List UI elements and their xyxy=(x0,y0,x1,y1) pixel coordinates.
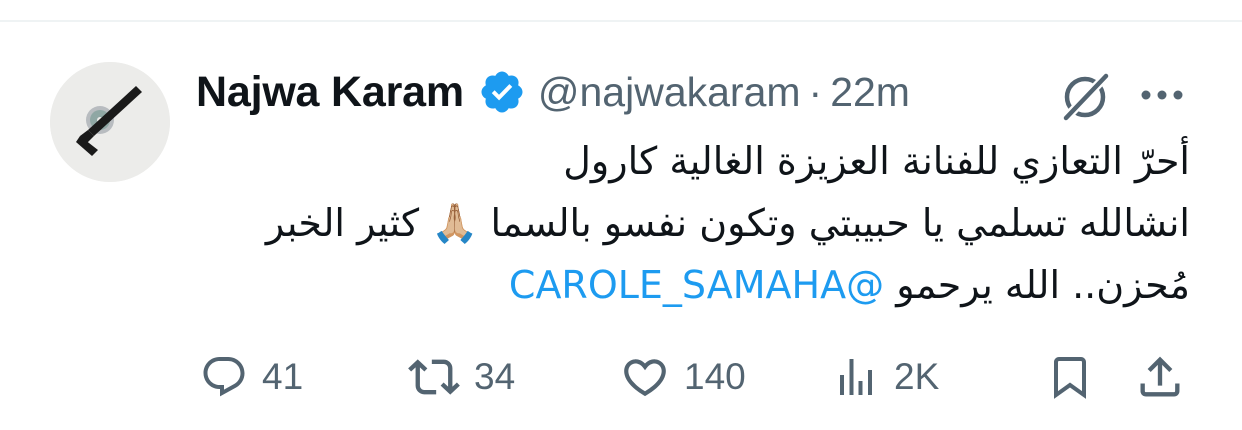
like-icon xyxy=(624,359,666,397)
views-count: 2K xyxy=(894,356,940,397)
tweet-header: Najwa Karam @najwakaram · 22m xyxy=(196,64,910,120)
verified-badge-icon xyxy=(478,68,526,116)
tweet-line-2: انشالله تسلمي يا حبيبتي وتكون نفسو بالسم… xyxy=(265,201,1190,245)
avatar-image xyxy=(50,62,170,182)
bookmark-icon xyxy=(1054,357,1086,399)
repost-icon xyxy=(408,359,460,395)
avatar[interactable] xyxy=(50,62,170,182)
tweet-line-3-text: مُحزن.. الله يرحمو xyxy=(896,263,1190,307)
views-icon xyxy=(840,359,872,395)
tweet-line-3: مُحزن.. الله يرحمو @CAROLE_SAMAHA xyxy=(196,254,1190,316)
reply-icon xyxy=(203,357,245,397)
author-handle[interactable]: @najwakaram xyxy=(538,69,801,116)
repost-button[interactable]: 34 xyxy=(408,345,515,409)
repost-count: 34 xyxy=(474,356,516,397)
like-count: 140 xyxy=(684,356,746,397)
like-button[interactable]: 140 xyxy=(620,345,746,409)
action-bar: 41 34 140 2K xyxy=(196,345,1194,409)
bookmark-button[interactable] xyxy=(1046,345,1094,409)
views-button[interactable]: 2K xyxy=(832,345,939,409)
more-icon[interactable] xyxy=(1138,80,1186,110)
share-button[interactable] xyxy=(1134,345,1186,409)
share-icon xyxy=(1140,356,1180,397)
reply-button[interactable]: 41 xyxy=(200,345,303,409)
reply-count: 41 xyxy=(262,356,304,397)
mention-link[interactable]: @CAROLE_SAMAHA xyxy=(509,263,884,307)
author-name[interactable]: Najwa Karam xyxy=(196,68,464,117)
tweet-text: أحرّ التعازي للفنانة العزيزة الغالية كار… xyxy=(196,130,1190,316)
tweet-line-1: أحرّ التعازي للفنانة العزيزة الغالية كار… xyxy=(563,139,1190,183)
top-divider xyxy=(0,20,1242,22)
timestamp[interactable]: 22m xyxy=(830,69,910,116)
separator-dot: · xyxy=(808,68,823,115)
grok-icon[interactable] xyxy=(1058,70,1112,124)
